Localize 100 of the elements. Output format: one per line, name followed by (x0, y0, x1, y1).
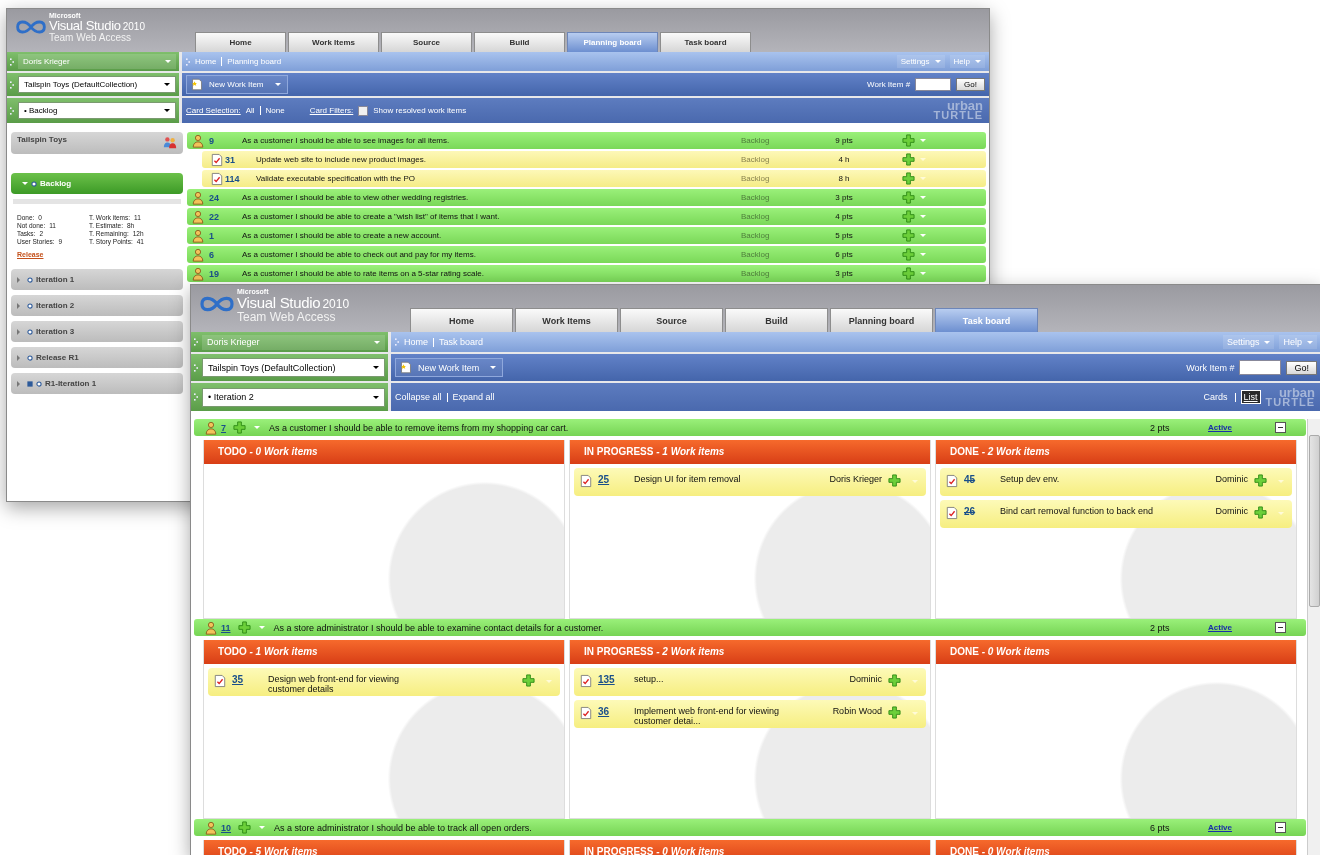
caret-icon (17, 328, 20, 335)
tab[interactable]: Source (620, 308, 723, 332)
iteration-select[interactable]: • Iteration 2 (202, 387, 385, 407)
tab[interactable]: Build (474, 32, 565, 52)
story-row[interactable]: 1 As a customer I should be able to create a new account. Backlog 5 pts (187, 227, 986, 244)
assignee-name: Doris Krieger (828, 474, 882, 484)
item-state: Backlog (741, 193, 771, 202)
tab[interactable]: Task board (660, 32, 751, 52)
caret-icon (254, 426, 260, 429)
task-id-link[interactable]: 35 (232, 674, 262, 685)
collapse-button[interactable] (1275, 422, 1286, 433)
story-row[interactable]: 9 As a customer I should be able to see images for all items. Backlog 9 pts (187, 132, 986, 149)
tab[interactable]: Build (725, 308, 828, 332)
checkbox[interactable] (358, 105, 369, 116)
item-state: Backlog (741, 212, 771, 221)
grip-icon (194, 363, 198, 372)
collection-select[interactable]: Tailspin Toys (DefaultCollection) (202, 358, 385, 377)
document-icon (191, 78, 203, 91)
plus-icon (902, 191, 915, 204)
document-icon (580, 674, 592, 688)
task-card[interactable]: 25 Design UI for item removal Doris Krieger (574, 468, 926, 496)
task-card[interactable]: 35 Design web front-end for viewing customer details (208, 668, 560, 696)
item-title: As a customer I should be able to see images for all items. (242, 136, 451, 145)
collapse-button[interactable] (1275, 822, 1286, 833)
caret-icon (1278, 480, 1284, 483)
view-action-link[interactable]: Collapse all (395, 392, 442, 402)
tab[interactable]: Home (410, 308, 513, 332)
grip-icon (186, 57, 190, 66)
story-row[interactable]: 6 As a customer I should be able to check out and pay for my items. Backlog 6 pts (187, 246, 986, 263)
work-item-field[interactable] (915, 78, 952, 91)
card-selection-link[interactable]: Card Selection: (186, 106, 241, 115)
plus-icon (237, 621, 251, 634)
task-card[interactable]: 45 Setup dev env. Dominic (940, 468, 1292, 496)
scrollbar[interactable] (1307, 419, 1320, 855)
new-work-item-button[interactable]: New Work Item (186, 75, 288, 94)
state-link[interactable]: Active (1208, 823, 1272, 832)
task-row[interactable]: 114 Validate executable specification with the PO Backlog 8 h (202, 170, 986, 187)
person-icon (191, 133, 205, 148)
story-row[interactable]: 22 As a customer I should be able to create a "wish list" of items that I want. Backlog 4 pts (187, 208, 986, 225)
task-card[interactable]: 36 Implement web front-end for viewing customer detai... Robin Wood (574, 700, 926, 728)
story-id-link[interactable]: 11 (221, 622, 231, 633)
story-id-link[interactable]: 10 (221, 822, 231, 833)
document-icon (580, 706, 592, 720)
iteration-panel[interactable]: Iteration 2 (11, 295, 183, 316)
story-row[interactable]: 19 As a customer I should be able to rate items on a 5-star rating scale. Backlog 3 pts (187, 265, 986, 282)
iteration-panel[interactable]: R1-Iteration 1 (11, 373, 183, 394)
plus-icon (902, 210, 915, 223)
caret-icon (912, 680, 918, 683)
state-link[interactable]: Active (1208, 623, 1272, 632)
project-panel[interactable]: Tailspin Toys (11, 132, 183, 154)
view-toggle[interactable]: List (1240, 390, 1261, 404)
iteration-panel[interactable]: Iteration 1 (11, 269, 183, 290)
item-title: As a customer I should be able to view other wedding registries. (242, 193, 470, 202)
task-id-link[interactable]: 135 (598, 674, 628, 685)
story-id-link[interactable]: 7 (221, 422, 226, 433)
tab[interactable]: Work Items (288, 32, 379, 52)
view-action-link[interactable]: Expand all (452, 392, 495, 402)
view-toggle[interactable]: Cards (1201, 391, 1230, 403)
selection-link[interactable]: All (245, 106, 255, 115)
story-row[interactable]: 24 As a customer I should be able to view other wedding registries. Backlog 3 pts (187, 189, 986, 206)
task-card[interactable]: 26 Bind cart removal function to back end Dominic (940, 500, 1292, 528)
plus-icon (902, 134, 915, 147)
item-title: As a customer I should be able to create a new account. (242, 231, 443, 240)
tab[interactable]: Work Items (515, 308, 618, 332)
infinity-icon (15, 18, 47, 36)
go-button[interactable]: Go! (956, 78, 985, 91)
tab[interactable]: Planning board (830, 308, 933, 332)
item-title: As a customer I should be able to check out and pay for my items. (242, 250, 477, 259)
item-estimate: 5 pts (834, 231, 854, 240)
collection-select[interactable]: Tailspin Toys (DefaultCollection) (18, 76, 176, 93)
task-id-link[interactable]: 45 (964, 474, 994, 485)
iteration-panel[interactable]: Release R1 (11, 347, 183, 368)
iteration-select[interactable]: • Backlog (18, 102, 176, 119)
plus-icon (902, 267, 915, 280)
state-link[interactable]: Active (1208, 423, 1272, 432)
new-work-item-button[interactable]: New Work Item (395, 358, 504, 377)
collapse-button[interactable] (1275, 622, 1286, 633)
task-title: Implement web front-end for viewing customer detai... (634, 706, 781, 726)
item-state: Backlog (741, 155, 771, 164)
task-row[interactable]: 31 Update web site to include new product images. Backlog 4 h (202, 151, 986, 168)
selection-link[interactable]: None (265, 106, 285, 115)
assignee-name: Dominic (848, 674, 882, 684)
card-filters-link[interactable]: Card Filters: (309, 106, 354, 115)
task-id-link[interactable]: 36 (598, 706, 628, 717)
item-estimate: 3 pts (834, 269, 854, 278)
iteration-panel[interactable]: Iteration 3 (11, 321, 183, 342)
tab[interactable]: Home (195, 32, 286, 52)
task-id-link[interactable]: 25 (598, 474, 628, 485)
plus-icon (902, 229, 915, 242)
column-header: DONE - 2 Work items (936, 440, 1296, 464)
work-item-field[interactable] (1239, 360, 1282, 375)
go-button[interactable]: Go! (1286, 360, 1317, 375)
caret-icon (1307, 340, 1313, 344)
task-card[interactable]: 135 setup... Dominic (574, 668, 926, 696)
iteration-name: Iteration 2 (36, 301, 75, 310)
task-id-link[interactable]: 26 (964, 506, 994, 517)
brand-text: TURTLE (933, 111, 983, 121)
task-title: Setup dev env. (1000, 474, 1061, 484)
plus-icon (902, 153, 915, 166)
tab[interactable]: Source (381, 32, 472, 52)
